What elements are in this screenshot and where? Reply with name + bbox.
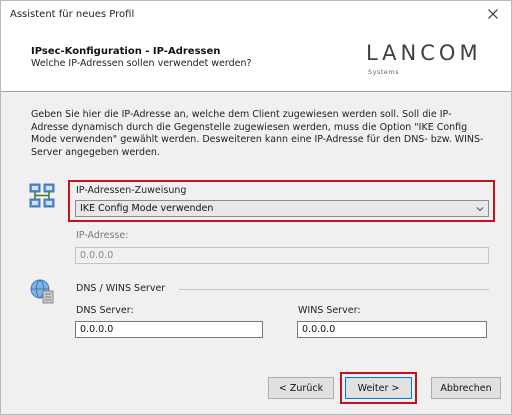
ip-address-label: IP-Adresse: bbox=[76, 230, 129, 241]
logo-text: LANCOM bbox=[366, 41, 482, 65]
ip-assignment-value: IKE Config Mode verwenden bbox=[80, 203, 214, 214]
page-title: IPsec-Konfiguration - IP-Adressen bbox=[31, 46, 221, 57]
wizard-dialog: Assistent für neues Profil IPsec-Konfigu… bbox=[0, 0, 512, 415]
globe-server-icon bbox=[29, 278, 55, 304]
group-divider bbox=[179, 289, 489, 290]
logo-subtext: Systems bbox=[368, 68, 400, 76]
page-subtitle: Welche IP-Adressen sollen verwendet werd… bbox=[31, 58, 252, 69]
close-icon bbox=[488, 9, 498, 19]
next-button[interactable]: Weiter > bbox=[345, 377, 412, 399]
dns-wins-group-label: DNS / WINS Server bbox=[76, 283, 166, 294]
back-button[interactable]: < Zurück bbox=[268, 377, 334, 399]
wins-server-label: WINS Server: bbox=[298, 305, 361, 316]
chevron-down-icon bbox=[476, 207, 484, 212]
cancel-button[interactable]: Abbrechen bbox=[431, 377, 501, 399]
content-area: Geben Sie hier die IP-Adresse an, welche… bbox=[1, 92, 511, 361]
ip-assignment-label: IP-Adressen-Zuweisung bbox=[76, 185, 187, 196]
ip-address-field[interactable]: 0.0.0.0 bbox=[75, 247, 489, 264]
ip-assignment-select[interactable]: IKE Config Mode verwenden bbox=[75, 200, 489, 217]
close-button[interactable] bbox=[483, 5, 503, 23]
wins-server-value: 0.0.0.0 bbox=[302, 324, 336, 335]
wizard-header: IPsec-Konfiguration - IP-Adressen Welche… bbox=[1, 28, 511, 91]
lancom-logo: LANCOM Systems bbox=[366, 41, 496, 81]
intro-text: Geben Sie hier die IP-Adresse an, welche… bbox=[31, 109, 484, 158]
dns-server-value: 0.0.0.0 bbox=[80, 324, 114, 335]
dns-server-field[interactable]: 0.0.0.0 bbox=[75, 321, 263, 338]
wizard-footer: < Zurück Weiter > Abbrechen bbox=[1, 361, 511, 414]
dns-server-label: DNS Server: bbox=[76, 305, 134, 316]
wins-server-field[interactable]: 0.0.0.0 bbox=[297, 321, 487, 338]
ip-address-value: 0.0.0.0 bbox=[80, 250, 114, 261]
window-title: Assistent für neues Profil bbox=[10, 9, 135, 20]
title-bar: Assistent für neues Profil bbox=[1, 1, 511, 28]
network-icon bbox=[29, 183, 55, 209]
